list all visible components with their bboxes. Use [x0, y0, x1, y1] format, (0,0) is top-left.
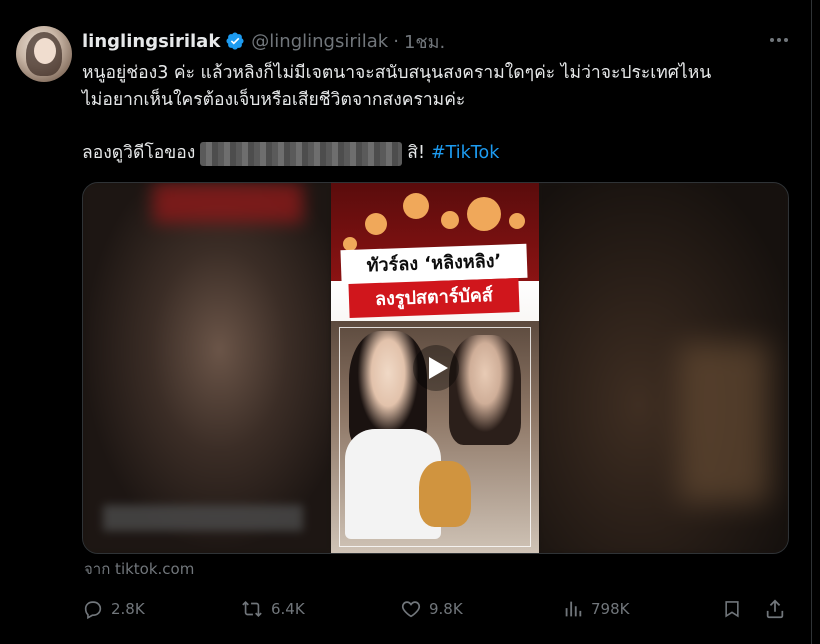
- share-icon: [766, 599, 784, 619]
- thinking-emoji-icon: [365, 213, 387, 235]
- link-prefix: ลองดูวิดีโอของ: [82, 143, 196, 163]
- bookmark-icon: [725, 601, 739, 618]
- retweet-icon: [242, 600, 262, 618]
- timestamp[interactable]: 1ชม.: [404, 27, 445, 56]
- tweet-link-line: ลองดูวิดีโอของ สิ! #TikTok: [82, 140, 499, 167]
- avatar[interactable]: [16, 26, 72, 82]
- retweet-count: 6.4K: [271, 600, 305, 618]
- view-count: 798K: [591, 600, 630, 618]
- video-card[interactable]: ทัวร์ลง ‘หลิงหลิง’ ลงรูปสตาร์บัคส์: [82, 182, 789, 554]
- views-button[interactable]: 798K: [562, 594, 629, 624]
- bookmark-button[interactable]: [722, 594, 742, 624]
- redacted-block: [200, 141, 403, 166]
- separator-dot: ·: [393, 30, 399, 52]
- tweet-text-line-1: หนูอยู่ช่อง3 ค่ะ แล้วหลิงก็ไม่มีเจตนาจะส…: [82, 63, 712, 83]
- link-source[interactable]: จาก tiktok.com: [84, 557, 194, 581]
- thinking-emoji-icon: [467, 197, 501, 231]
- tweet-header: linglingsirilak @linglingsirilak · 1ชม.: [82, 28, 445, 54]
- views-icon: [565, 601, 582, 617]
- retweet-button[interactable]: 6.4K: [240, 594, 305, 624]
- blur-red-patch: [153, 183, 303, 223]
- avatar-face: [34, 38, 56, 64]
- tweet-text-line-2: ไม่อยากเห็นใครต้องเจ็บหรือเสียชีวิตจากสง…: [82, 90, 466, 110]
- play-icon[interactable]: [413, 345, 459, 391]
- more-icon[interactable]: [768, 30, 790, 53]
- blurred-background-left: [83, 183, 331, 553]
- verified-badge-icon[interactable]: [225, 31, 245, 51]
- tweet-text: หนูอยู่ช่อง3 ค่ะ แล้วหลิงก็ไม่มีเจตนาจะส…: [82, 60, 782, 114]
- share-button[interactable]: [764, 594, 786, 624]
- reply-button[interactable]: 2.8K: [82, 594, 145, 624]
- handle[interactable]: @linglingsirilak: [251, 31, 388, 52]
- video-headline-2: ลงรูปสตาร์บัคส์: [348, 278, 520, 318]
- link-suffix: สิ!: [407, 143, 425, 163]
- thinking-emoji-icon: [441, 211, 459, 229]
- like-count: 9.8K: [429, 600, 463, 618]
- blur-caption-bar: [103, 505, 303, 531]
- display-name[interactable]: linglingsirilak: [82, 31, 220, 52]
- blurred-background-right: [539, 183, 788, 553]
- hashtag-link[interactable]: #TikTok: [431, 140, 499, 167]
- thinking-emoji-icon: [509, 213, 525, 229]
- reply-count: 2.8K: [111, 600, 145, 618]
- like-button[interactable]: 9.8K: [400, 594, 463, 624]
- timeline-border: [811, 0, 812, 644]
- thinking-emoji-icon: [403, 193, 429, 219]
- heart-icon: [401, 601, 421, 618]
- tweet-actions: 2.8K 6.4K 9.8K 798K: [82, 594, 788, 624]
- reply-icon: [84, 601, 102, 620]
- blur-glow: [679, 343, 769, 503]
